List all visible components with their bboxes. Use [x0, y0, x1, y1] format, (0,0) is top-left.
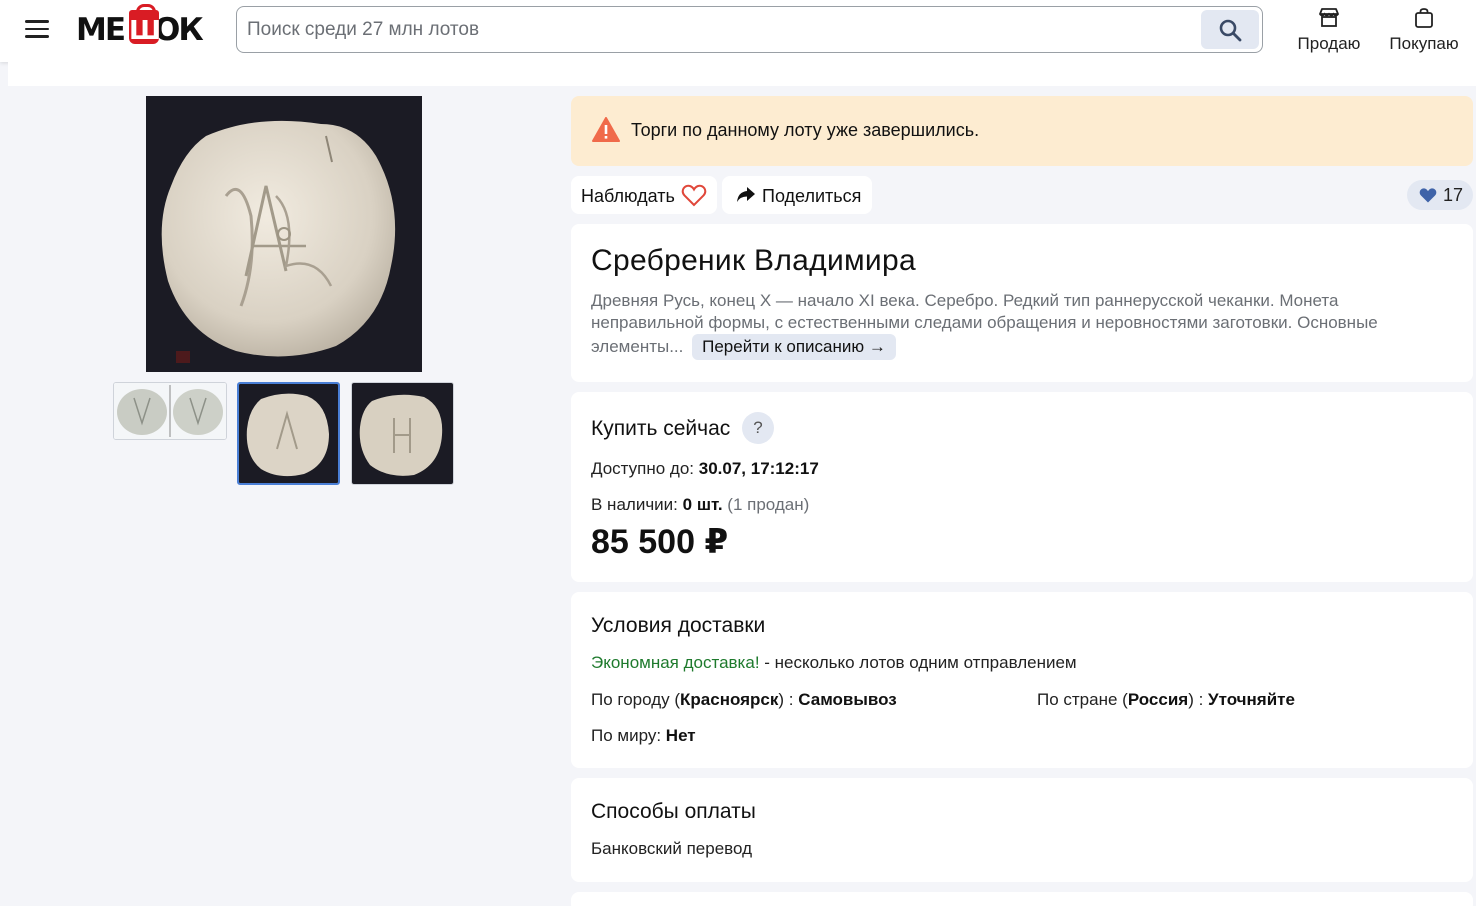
watch-button[interactable]: Наблюдать: [571, 176, 717, 214]
city-suffix: ) :: [778, 690, 799, 709]
in-stock-value: 0 шт.: [682, 495, 723, 514]
share-arrow-icon: [737, 187, 755, 202]
likes-count: 17: [1443, 185, 1464, 205]
help-button[interactable]: ?: [742, 412, 774, 444]
in-stock-label: В наличии:: [591, 495, 678, 514]
buy-now-heading: Купить сейчас: [591, 417, 731, 440]
go-to-description-link[interactable]: Перейти к описанию →: [692, 334, 896, 360]
in-stock: В наличии: 0 шт. (1 продан): [591, 495, 809, 515]
buy-link[interactable]: Покупаю: [1387, 6, 1461, 54]
available-until: Доступно до: 30.07, 17:12:17: [591, 459, 819, 479]
delivery-card: Условия доставки Экономная доставка! - н…: [571, 592, 1473, 768]
lot-title-card: Сребреник Владимира Древняя Русь, конец …: [571, 224, 1473, 382]
coin-image: [146, 96, 422, 372]
country-prefix: По стране (: [1037, 690, 1128, 709]
lot-description: Древняя Русь, конец X — начало XI века. …: [591, 290, 1451, 360]
country-suffix: ) :: [1188, 690, 1209, 709]
payment-card: Способы оплаты Банковский перевод: [571, 778, 1473, 882]
menu-icon[interactable]: [25, 20, 49, 40]
bag-icon: [1415, 8, 1433, 28]
economy-rest: - несколько лотов одним отправлением: [759, 653, 1077, 672]
thumbnail-2[interactable]: [237, 382, 340, 485]
sell-label: Продаю: [1297, 34, 1361, 53]
heart-outline-icon: [681, 184, 707, 207]
auction-ended-alert: Торги по данному лоту уже завершились.: [571, 96, 1473, 166]
available-until-value: 30.07, 17:12:17: [698, 459, 819, 478]
available-until-label: Доступно до:: [591, 459, 695, 478]
world-label: По миру:: [591, 726, 666, 745]
thumbnail-image: [352, 383, 453, 484]
lot-title: Сребреник Владимира: [591, 244, 916, 277]
thumbnail-image: [239, 384, 338, 483]
top-header: МЕОК Ш Продаю Покупаю: [0, 0, 1476, 62]
country-name: Россия: [1127, 690, 1189, 709]
search-button[interactable]: [1201, 10, 1259, 49]
delivery-heading: Условия доставки: [591, 614, 766, 637]
payment-method: Банковский перевод: [591, 839, 752, 858]
main-lot-image[interactable]: [146, 96, 422, 372]
country-value: Уточняйте: [1208, 690, 1295, 709]
thumbnail-image: [114, 383, 226, 439]
share-label: Поделиться: [762, 186, 862, 206]
alert-text: Торги по данному лоту уже завершились.: [631, 120, 980, 140]
warning-icon: [592, 117, 620, 142]
economy-highlight[interactable]: Экономная доставка!: [591, 653, 760, 672]
city-value: Самовывоз: [798, 690, 897, 709]
thumbnail-1[interactable]: [113, 382, 227, 440]
buy-now-card: Купить сейчас ? Доступно до: 30.07, 17:1…: [571, 392, 1473, 582]
watch-label: Наблюдать: [581, 186, 675, 206]
share-button[interactable]: Поделиться: [722, 176, 872, 214]
likes-counter[interactable]: 17: [1407, 180, 1473, 210]
world-delivery: По миру: Нет: [591, 726, 696, 746]
breadcrumb-strip: [8, 62, 1476, 86]
payment-heading: Способы оплаты: [591, 800, 756, 823]
search-input[interactable]: [247, 7, 1197, 52]
store-icon: [1319, 8, 1339, 27]
thumbnail-3[interactable]: [351, 382, 454, 485]
city-prefix: По городу (: [591, 690, 681, 709]
search-bar: [236, 6, 1263, 53]
lot-price: 85 500 ₽: [591, 523, 729, 561]
site-logo[interactable]: МЕ ОК Ш: [76, 4, 216, 50]
city-delivery: По городу (Красноярск) : Самовывоз: [591, 690, 897, 710]
search-icon: [1219, 19, 1242, 42]
country-delivery: По стране (Россия) : Уточняйте: [1037, 690, 1295, 710]
next-card: [571, 892, 1473, 906]
sold-note: (1 продан): [727, 495, 810, 514]
world-value: Нет: [665, 726, 696, 745]
heart-filled-icon: [1419, 188, 1437, 203]
city-name: Красноярск: [680, 690, 779, 709]
economy-delivery: Экономная доставка! - несколько лотов од…: [591, 653, 1077, 673]
sell-link[interactable]: Продаю: [1293, 6, 1365, 54]
logo-bag-icon: Ш: [129, 4, 161, 46]
buy-label: Покупаю: [1389, 34, 1459, 53]
